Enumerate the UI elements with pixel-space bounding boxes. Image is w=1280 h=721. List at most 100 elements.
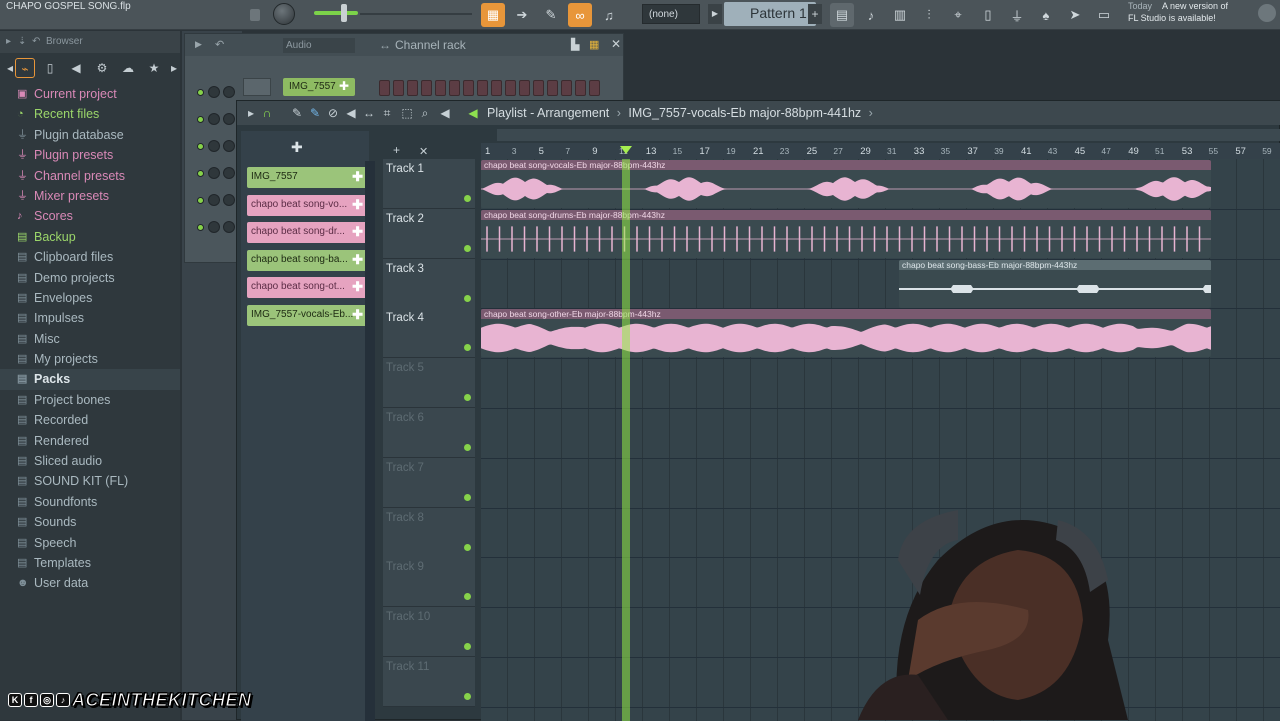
browser-item[interactable]: ▤ Impulses <box>0 308 180 328</box>
expand-icon[interactable]: ▸ <box>6 36 11 47</box>
track-header[interactable]: Track 11 <box>383 657 475 707</box>
step-button[interactable] <box>393 80 404 96</box>
channel-name-button[interactable]: IMG_7557 ✚ <box>283 78 355 96</box>
pattern-selector[interactable]: Pattern 1 <box>724 2 816 26</box>
slip-icon[interactable]: ↔ <box>361 105 377 121</box>
pencil-icon[interactable]: ✎ <box>289 105 305 121</box>
step-button[interactable] <box>407 80 418 96</box>
magnet-icon[interactable]: ∩ <box>259 105 275 121</box>
add-track-icon[interactable]: + <box>393 143 400 157</box>
track-mute-led[interactable] <box>464 543 471 551</box>
close-track-icon[interactable]: ✕ <box>419 145 428 158</box>
browser-item[interactable]: ▤ Project bones <box>0 390 180 410</box>
track-mute-led[interactable] <box>464 444 471 451</box>
back-icon[interactable]: ↶ <box>32 36 40 47</box>
channel-mute-button[interactable] <box>243 78 271 96</box>
browser-item[interactable]: ⏚ Plugin database <box>0 125 180 145</box>
browser-item[interactable]: ▤ My projects <box>0 349 180 369</box>
favorites-icon[interactable]: ★ <box>144 58 164 78</box>
files-icon[interactable]: ▯ <box>40 58 60 78</box>
graph-icon[interactable]: ▙ <box>571 38 579 51</box>
slice-icon[interactable]: ⌗ <box>379 105 395 121</box>
cloud-icon[interactable]: ☁ <box>118 58 138 78</box>
step-button[interactable] <box>477 80 488 96</box>
audio-clip[interactable]: chapo beat song-vocals-Eb major-88bpm-44… <box>481 160 1211 208</box>
track-mute-led[interactable] <box>464 344 471 352</box>
plugins-icon[interactable]: ⚙ <box>92 58 112 78</box>
track-header[interactable]: Track 1 <box>383 159 475 209</box>
step-button[interactable] <box>421 80 432 96</box>
step-button[interactable] <box>561 80 572 96</box>
picker-clip[interactable]: IMG_7557-vocals-Eb... ✚ <box>247 304 367 326</box>
step-button[interactable] <box>463 80 474 96</box>
track-header[interactable]: Track 9 <box>383 557 475 608</box>
audio-clip[interactable]: chapo beat song-drums-Eb major-88bpm-443… <box>481 209 1211 258</box>
browser-item[interactable]: ▤ SOUND KIT (FL) <box>0 471 180 491</box>
picker-clip[interactable]: chapo beat song-ot... ✚ <box>247 277 367 298</box>
news-panel[interactable]: Today A new version of FL Studio is avai… <box>1124 0 1280 30</box>
step-button[interactable] <box>435 80 446 96</box>
piano-roll-icon[interactable]: ♪ <box>859 3 883 27</box>
step-button[interactable] <box>379 80 390 96</box>
plugin-icon[interactable]: ⏚ <box>1005 3 1029 27</box>
track-mute-led[interactable] <box>464 643 471 651</box>
track-header[interactable]: Track 4 <box>383 308 475 359</box>
browser-item[interactable]: ☻ User data <box>0 573 180 593</box>
step-button[interactable] <box>449 80 460 96</box>
channel-knob[interactable] <box>208 113 220 125</box>
browser-item[interactable]: ▤ Clipboard files <box>0 247 180 267</box>
step-button[interactable] <box>519 80 530 96</box>
playback-icon[interactable]: ◀ <box>437 105 453 121</box>
channel-knob[interactable] <box>223 140 235 152</box>
channel-led[interactable] <box>197 224 204 231</box>
channel-knob[interactable] <box>208 194 220 206</box>
select-icon[interactable]: ⬚ <box>399 105 415 121</box>
channel-knob[interactable] <box>208 167 220 179</box>
collapse-icon[interactable]: ⇣ <box>18 36 26 47</box>
play-icon[interactable]: ▶ <box>195 39 202 50</box>
playlist-window-icon[interactable]: ▤ <box>830 3 854 27</box>
paint-icon[interactable]: ✎ <box>307 105 323 121</box>
channel-knob[interactable] <box>223 113 235 125</box>
browser-forward-icon[interactable]: ▸ <box>164 58 184 78</box>
browser-item[interactable]: ⏚ Plugin presets <box>0 145 180 165</box>
browser-item[interactable]: ⏚ Channel presets <box>0 166 180 186</box>
browser-item[interactable]: ▤ Packs <box>0 369 180 390</box>
track-mute-led[interactable] <box>464 493 471 501</box>
browser-item[interactable]: ▤ Misc <box>0 329 180 349</box>
master-volume-handle[interactable] <box>341 4 347 22</box>
browser-item[interactable]: ▤ Templates <box>0 553 180 573</box>
undo-icon[interactable]: ↶ <box>215 38 224 51</box>
metronome-icon[interactable]: ♫ <box>597 3 621 27</box>
channel-knob[interactable] <box>223 167 235 179</box>
browser-item[interactable]: ▤ Backup <box>0 227 180 247</box>
channel-knob[interactable] <box>208 86 220 98</box>
track-header[interactable]: Track 6 <box>383 408 475 458</box>
all-files-icon[interactable]: ⌁ <box>15 58 35 78</box>
browser-item[interactable]: ▤ Speech <box>0 533 180 553</box>
mute-icon[interactable]: ◀ <box>343 105 359 121</box>
track-header[interactable]: Track 5 <box>383 358 475 409</box>
mixer-icon[interactable]: ⫶ <box>917 3 941 27</box>
browser-item[interactable]: ▤ Soundfonts <box>0 492 180 512</box>
track-header[interactable]: Track 3 <box>383 258 475 309</box>
menu-arrow-icon[interactable]: ▸ <box>243 105 259 121</box>
channel-filter-dropdown[interactable]: Audio <box>283 38 355 53</box>
step-button[interactable] <box>575 80 586 96</box>
browser-item[interactable]: ▣ Current project <box>0 84 180 104</box>
browser-item[interactable]: ▤ Demo projects <box>0 268 180 288</box>
channel-led[interactable] <box>197 143 204 150</box>
track-mute-led[interactable] <box>464 693 471 700</box>
audio-clip[interactable]: chapo beat song-other-Eb major-88bpm-443… <box>481 309 1211 358</box>
picker-waveform-icon[interactable]: ✚ <box>291 139 303 156</box>
browser-item[interactable]: ▤ Sliced audio <box>0 451 180 471</box>
track-header[interactable]: Track 2 <box>383 208 475 259</box>
track-header[interactable]: Track 10 <box>383 607 475 658</box>
channel-led[interactable] <box>197 197 204 204</box>
track-mute-led[interactable] <box>464 195 471 202</box>
browser-item[interactable]: ▤ Envelopes <box>0 288 180 308</box>
browser-item[interactable]: ▤ Recorded <box>0 410 180 430</box>
channel-led[interactable] <box>197 116 204 123</box>
cart-icon[interactable]: ▭ <box>1092 3 1116 27</box>
browser-item[interactable]: ◔ Recent files <box>0 104 180 124</box>
